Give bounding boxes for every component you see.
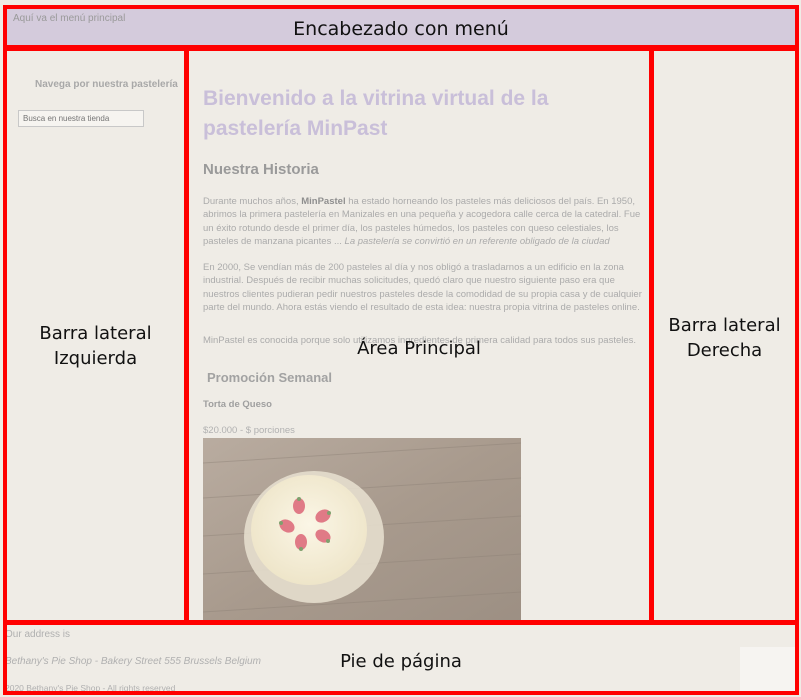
right-sidebar-label-line2: Derecha [686, 340, 763, 361]
p1-italic: La pastelería se convirtió en un referen… [344, 235, 610, 247]
right-sidebar-label-line1: Barra lateral [668, 315, 781, 336]
footer-label: Pie de página [340, 651, 462, 672]
brand-name: MinPastel [301, 196, 346, 207]
history-paragraph-2: En 2000, Se vendían más de 200 pasteles … [203, 262, 642, 313]
left-sidebar-label: Barra lateral Izquierda [7, 321, 184, 371]
layout-diagram: Aquí va el menú principal Encabezado con… [0, 0, 801, 697]
right-sidebar-label: Barra lateral Derecha [654, 313, 795, 363]
main-region: Bienvenido a la vitrina virtual de la pa… [185, 47, 653, 624]
footer-placeholder-box [740, 647, 795, 691]
footer-copyright: 2020 Bethany's Pie Shop - All rights res… [5, 683, 176, 693]
search-input[interactable] [18, 110, 144, 127]
right-sidebar-region: Barra lateral Derecha [650, 47, 799, 624]
history-heading: Nuestra Historia [203, 161, 319, 178]
p1-text-a: Durante muchos años, [203, 196, 302, 207]
header-region: Aquí va el menú principal Encabezado con… [3, 5, 799, 49]
left-sidebar-label-line1: Barra lateral [39, 323, 152, 344]
main-label: Área Principal [357, 338, 481, 359]
nav-title: Navega por nuestra pastelería [35, 79, 178, 90]
address-intro: Our address is [5, 629, 71, 640]
cake-price: $20.000 - $ porciones [203, 425, 295, 436]
cheesecake-image [203, 438, 521, 620]
page-title: Bienvenido a la vitrina virtual de la pa… [203, 87, 549, 140]
history-paragraph-1: Durante muchos años, MinPastel ha estado… [203, 195, 649, 248]
left-sidebar-label-line2: Izquierda [53, 348, 138, 369]
footer-region: Our address is Bethany's Pie Shop - Bake… [3, 621, 799, 695]
header-label: Encabezado con menú [293, 18, 509, 40]
left-sidebar-region: Navega por nuestra pastelería Barra late… [3, 47, 188, 624]
cake-name: Torta de Queso [203, 399, 272, 410]
promo-heading: Promoción Semanal [207, 370, 332, 385]
